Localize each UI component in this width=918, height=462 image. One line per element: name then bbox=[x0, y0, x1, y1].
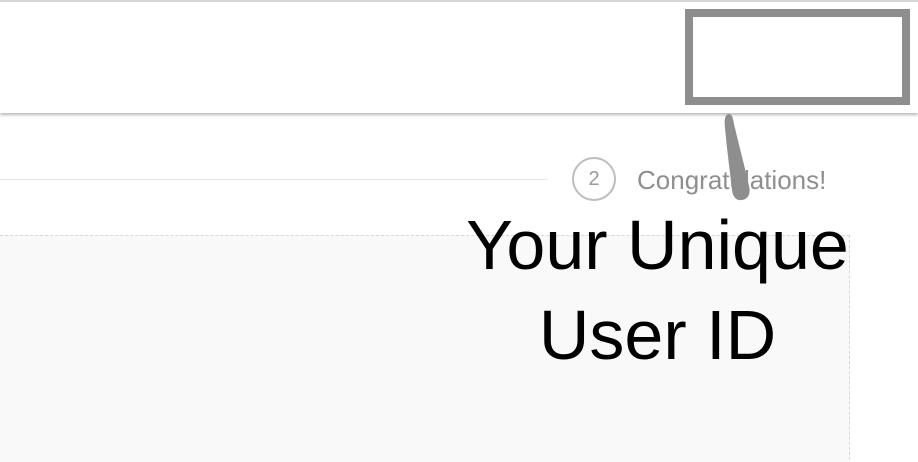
user-id-highlight-box bbox=[685, 9, 910, 105]
annotation-caption-line2: User ID bbox=[538, 296, 777, 374]
step-number-badge: 2 bbox=[572, 157, 616, 201]
page: 2 Congratulations! Your Unique User ID bbox=[0, 0, 918, 462]
annotation-caption: Your Unique User ID bbox=[430, 200, 885, 380]
annotation-caption-line1: Your Unique bbox=[466, 206, 849, 284]
steps-progress-line bbox=[0, 179, 548, 180]
annotation-pointer-icon bbox=[724, 114, 750, 201]
